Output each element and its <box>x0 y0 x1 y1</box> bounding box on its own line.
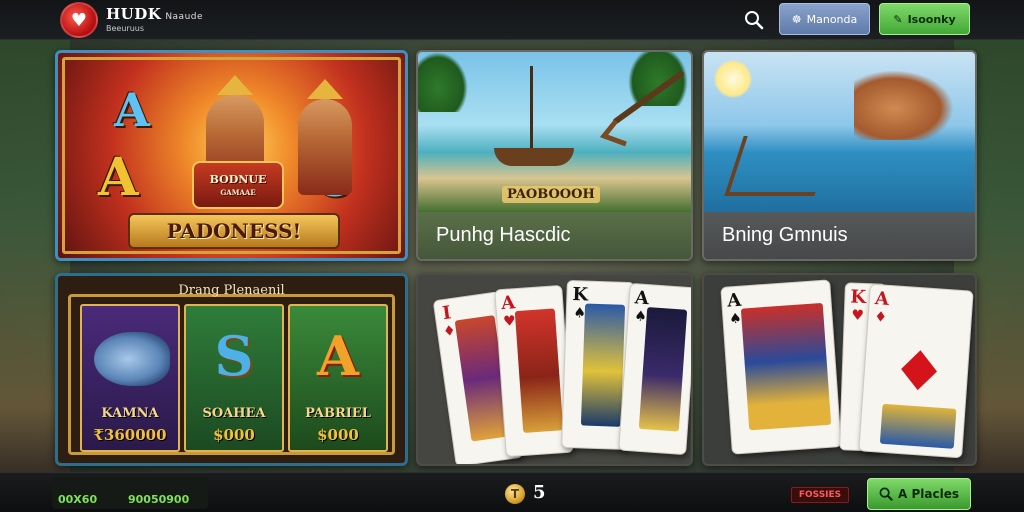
reel-name: KAMNA <box>101 406 159 421</box>
game-card-playing-cards[interactable]: I ♦ A ♥ K ♠ A ♠ <box>416 273 693 466</box>
shield-line-2: GAMAAE <box>220 188 256 197</box>
pencil-icon: ✎ <box>893 12 903 26</box>
reel-name: SOAHEA <box>202 406 266 421</box>
card-artwork <box>580 303 626 427</box>
balance-value: 90050900 <box>128 493 190 506</box>
game-card-fishing-boat[interactable]: PAOBOOOH Punhg Hascdic <box>416 50 693 261</box>
login-button[interactable]: ☸ Manonda <box>779 3 870 35</box>
wreck-icon <box>724 136 834 196</box>
reel-a: A PABRIEL $000 <box>288 304 388 452</box>
crown-icon <box>307 79 343 99</box>
reel-fish: KAMNA ₹360000 <box>80 304 180 452</box>
boat-scene: PAOBOOOH <box>418 52 691 214</box>
card-artwork <box>638 307 688 432</box>
game-card-flying-fish[interactable]: Bning Gmnuis <box>702 50 977 261</box>
site-title: HUDK Naaude <box>106 5 203 23</box>
reel-value: $000 <box>213 426 255 444</box>
symbol-a-icon: A <box>317 324 359 388</box>
scene-caption: PAOBOOOH <box>502 186 600 203</box>
play-label: A Placles <box>898 487 959 501</box>
site-subtitle: Beeuruus <box>106 24 144 33</box>
palm-icon <box>418 52 468 112</box>
boat-icon <box>494 148 574 166</box>
playing-card: A ♦ <box>858 283 974 459</box>
coin-count: 5 <box>533 482 546 503</box>
symbol-letter-a: A <box>114 83 150 137</box>
card-artwork <box>514 308 564 433</box>
card-corner: A ♦ <box>873 287 890 326</box>
game-card-hero[interactable]: A A C BODNUE GAMAAE PADONESS! <box>55 50 408 261</box>
fish-icon <box>94 332 170 386</box>
user-icon: ☸ <box>791 12 802 26</box>
search-icon <box>879 487 893 501</box>
card-corner: K ♥ <box>850 286 867 324</box>
promo-badge[interactable]: FOSSIES <box>791 487 849 503</box>
fishing-rod-icon <box>599 71 684 147</box>
symbol-letter-a: A <box>98 147 139 208</box>
top-bar: ♥ HUDK Naaude Beeuruus ☸ Manonda ✎ Isoonk… <box>0 0 1024 40</box>
register-label: Isoonky <box>907 12 956 26</box>
playing-card: A ♠ <box>618 282 691 456</box>
boat-mast <box>530 66 533 150</box>
game-banner-text: PADONESS! <box>166 219 302 243</box>
shield-line-1: BODNUE <box>209 173 267 186</box>
play-button[interactable]: A Placles <box>867 478 971 510</box>
reel-s: S SOAHEA $000 <box>184 304 284 452</box>
game-title: Punhg Hascdic <box>418 212 691 259</box>
sun-icon <box>714 60 752 98</box>
search-icon <box>745 11 764 30</box>
sea-scene <box>704 52 975 214</box>
register-button[interactable]: ✎ Isoonky <box>879 3 970 35</box>
balance-value: 00X60 <box>58 493 98 506</box>
crown-icon <box>217 75 253 95</box>
game-banner: PADONESS! <box>128 213 340 249</box>
logo-icon[interactable]: ♥ <box>60 2 98 38</box>
game-card-poker[interactable]: A ♠ K ♥ A ♦ <box>702 273 977 466</box>
login-label: Manonda <box>806 12 858 26</box>
card-artwork <box>879 403 957 449</box>
reel-value: $000 <box>317 426 359 444</box>
symbol-s-icon: S <box>214 324 254 388</box>
slot-title: Drang Plenaenil <box>178 282 285 298</box>
game-title: Bning Gmnuis <box>704 212 975 259</box>
playing-card: A ♠ <box>720 279 842 455</box>
site-title-main: HUDK <box>106 5 162 23</box>
game-card-slot-reels[interactable]: Drang Plenaenil KAMNA ₹360000 S SOAHEA $… <box>55 273 408 466</box>
site-title-suffix: Naaude <box>165 12 204 22</box>
search-button[interactable] <box>742 8 766 32</box>
diamond-icon <box>901 350 938 391</box>
reel-name: PABRIEL <box>305 406 371 421</box>
balance-panel: 00X60 90050900 <box>52 477 208 509</box>
flying-fish-icon <box>854 70 954 140</box>
coin-icon: T <box>505 484 525 504</box>
reel-value: ₹360000 <box>93 426 167 444</box>
card-artwork <box>740 302 832 431</box>
title-shield: BODNUE GAMAAE <box>192 161 284 209</box>
warrior-character <box>298 99 352 195</box>
